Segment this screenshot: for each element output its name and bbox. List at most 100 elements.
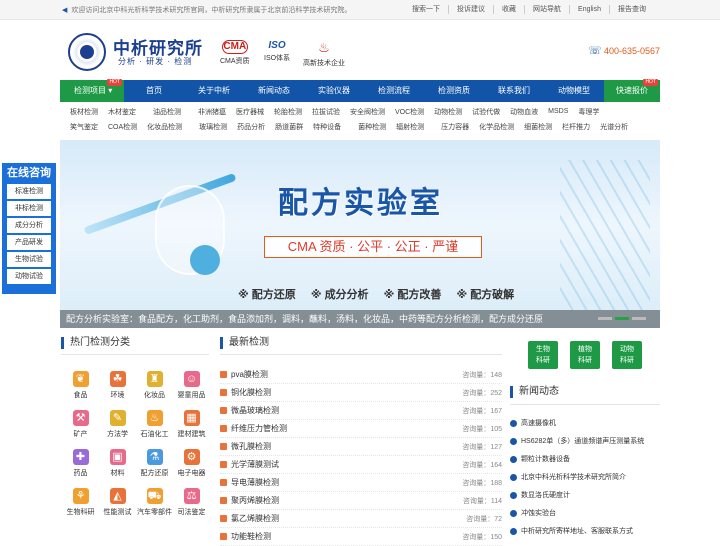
news-item[interactable]: 高速摄像机 — [510, 414, 660, 432]
subnav-link[interactable]: 毒理学 — [578, 107, 599, 117]
category-judicial[interactable]: ⚖ 司法鉴定 — [173, 485, 210, 524]
subnav-link[interactable]: COA检测 — [108, 122, 137, 132]
carousel-dot-active[interactable] — [615, 317, 629, 320]
subnav-link[interactable]: 压力容器 — [441, 122, 469, 132]
nav-instruments[interactable]: 实验仪器 — [304, 80, 364, 102]
news-item[interactable]: 中析研究所寄样地址、客服联系方式 — [510, 522, 660, 540]
report-query-link[interactable]: 报告查询 — [609, 5, 654, 14]
consult-animal-test[interactable]: 动物试验 — [7, 269, 51, 284]
subnav-link[interactable]: VOC检测 — [395, 107, 424, 117]
english-link[interactable]: English — [569, 5, 609, 14]
favorite-link[interactable]: 收藏 — [493, 5, 524, 14]
subnav-link[interactable]: 医疗器械 — [236, 107, 264, 117]
complaint-link[interactable]: 投诉建议 — [448, 5, 493, 14]
site-map-link[interactable]: 网站导航 — [524, 5, 569, 14]
consult-product-rd[interactable]: 产品研发 — [7, 235, 51, 250]
consult-bio-test[interactable]: 生物试验 — [7, 252, 51, 267]
consult-nonstandard-test[interactable]: 非标检测 — [7, 201, 51, 216]
subnav-link[interactable]: 特种设备 — [313, 122, 341, 132]
food-icon: ❦ — [72, 371, 89, 387]
welcome-message: ◀ 欢迎访问北京中科光析科学技术研究所官网，中析研究所隶属于北京前沿科学技术研究院… — [62, 7, 352, 14]
subnav-link[interactable]: 安全阀检测 — [350, 107, 385, 117]
cert-iso: ISO ISO体系 — [264, 40, 291, 62]
category-cosmetics[interactable]: ♜ 化妆品 — [136, 368, 173, 407]
consult-component-analysis[interactable]: 成分分析 — [7, 218, 51, 233]
subnav-link[interactable]: 细菌检测 — [524, 122, 552, 132]
list-item[interactable]: pva膜检测 咨询量：148 — [220, 366, 502, 384]
carousel-dot[interactable] — [632, 317, 646, 320]
subnav-link[interactable]: 菌种检测 — [358, 122, 386, 132]
subnav-link[interactable]: 拉拔试验 — [312, 107, 340, 117]
list-item[interactable]: 导电薄膜检测 咨询量：188 — [220, 474, 502, 492]
hot-badge: HOT — [643, 79, 658, 86]
hero-banner[interactable]: 配方实验室 CMA 资质 · 公平 · 公正 · 严谨 ※ 配方还原 ※ 成分分… — [60, 140, 660, 328]
cert-hightech: ♨ 高新技术企业 — [303, 40, 345, 67]
category-environment[interactable]: ☘ 环境 — [99, 368, 136, 407]
search-link[interactable]: 搜索一下 — [404, 5, 448, 14]
subnav-link[interactable]: 栏杆推力 — [562, 122, 590, 132]
subnav-link[interactable]: 玻璃检测 — [199, 122, 227, 132]
nav-news[interactable]: 新闻动态 — [244, 80, 304, 102]
nav-home[interactable]: 首页 — [124, 80, 184, 102]
news-item[interactable]: 颗粒计数器设备 — [510, 450, 660, 468]
iso-logo-icon: ISO — [268, 40, 286, 51]
subnav-link[interactable]: 木材鉴定 — [108, 107, 136, 117]
news-item[interactable]: 北京中科光析科学技术研究所简介 — [510, 468, 660, 486]
nav-qualification[interactable]: 检测资质 — [424, 80, 484, 102]
category-material[interactable]: ▣ 材料 — [99, 446, 136, 485]
nav-process[interactable]: 检测流程 — [364, 80, 424, 102]
subnav-link[interactable]: 光谱分析 — [600, 122, 628, 132]
category-method[interactable]: ✎ 方法学 — [99, 407, 136, 446]
hotline[interactable]: ☏ 400-635-0567 — [588, 44, 660, 57]
list-item[interactable]: 铜化膜检测 咨询量：252 — [220, 384, 502, 402]
subnav-link[interactable]: 试验代做 — [472, 107, 500, 117]
subnav-link[interactable]: 动物血液 — [510, 107, 538, 117]
carousel-dot[interactable] — [598, 317, 612, 320]
category-mineral[interactable]: ⚒ 矿产 — [62, 407, 99, 446]
bio-research-button[interactable]: 生物 科研 — [528, 341, 558, 369]
category-baby[interactable]: ☺ 婴童用品 — [173, 368, 210, 407]
category-performance[interactable]: ◭ 性能测试 — [99, 485, 136, 524]
list-item[interactable]: 光学薄膜测试 咨询量：164 — [220, 456, 502, 474]
subnav-link[interactable]: 油品检测 — [153, 107, 181, 117]
list-item[interactable]: 纤维压力管检测 咨询量：105 — [220, 420, 502, 438]
list-item[interactable]: 微孔膜检测 咨询量：127 — [220, 438, 502, 456]
nav-animal-model[interactable]: 动物模型 — [544, 80, 604, 102]
subnav-link[interactable]: 肠道菌群 — [275, 122, 303, 132]
subnav-link[interactable]: 药品分析 — [237, 122, 265, 132]
quick-quote-button[interactable]: 快速报价 HOT — [604, 79, 660, 102]
subnav-link[interactable]: 化学品检测 — [479, 122, 514, 132]
news-item[interactable]: 冲蚀实验台 — [510, 504, 660, 522]
news-item[interactable]: HS6282单（多）通道频谱声压测量系统 — [510, 432, 660, 450]
list-item[interactable]: 氯乙烯膜检测 咨询量：72 — [220, 510, 502, 528]
category-car-parts[interactable]: ⛟ 汽车零部件 — [136, 485, 173, 524]
subnav-link[interactable]: 化妆品检测 — [147, 122, 182, 132]
nav-about[interactable]: 关于中析 — [184, 80, 244, 102]
subnav-link[interactable]: 板材检测 — [70, 107, 98, 117]
list-item[interactable]: 微晶玻璃检测 咨询量：167 — [220, 402, 502, 420]
nav-test-items[interactable]: 检测项目 ▾ HOT — [60, 79, 124, 102]
research-tags: 生物 科研 植物 科研 动物 科研 — [528, 341, 642, 369]
animal-research-button[interactable]: 动物 科研 — [612, 341, 642, 369]
nav-contact[interactable]: 联系我们 — [484, 80, 544, 102]
latest-tests-list: pva膜检测 咨询量：148 铜化膜检测 咨询量：252 微晶玻璃检测 咨询量：167… — [220, 366, 502, 546]
subnav-link[interactable]: MSDS — [548, 108, 568, 115]
category-medicine[interactable]: ✚ 药品 — [62, 446, 99, 485]
institute-emblem-logo[interactable] — [68, 33, 106, 71]
subnav-link[interactable]: 笑气鉴定 — [70, 122, 98, 132]
subnav-link[interactable]: 辐射检测 — [396, 122, 424, 132]
plant-research-button[interactable]: 植物 科研 — [570, 341, 600, 369]
category-petrochemical[interactable]: ♨ 石油化工 — [136, 407, 173, 446]
category-food[interactable]: ❦ 食品 — [62, 368, 99, 407]
category-electronics[interactable]: ⚙ 电子电器 — [173, 446, 210, 485]
list-item[interactable]: 功能鞋检测 咨询量：150 — [220, 528, 502, 546]
subnav-link[interactable]: 动物检测 — [434, 107, 462, 117]
category-biology[interactable]: ⚘ 生物科研 — [62, 485, 99, 524]
subnav-link[interactable]: 轮胎检测 — [274, 107, 302, 117]
list-item[interactable]: 聚丙烯膜检测 咨询量：114 — [220, 492, 502, 510]
category-building[interactable]: ▦ 建材建筑 — [173, 407, 210, 446]
news-item[interactable]: 数显洛氏硬度计 — [510, 486, 660, 504]
subnav-link[interactable]: 非洲猪瘟 — [198, 107, 226, 117]
category-formula[interactable]: ⚗ 配方还原 — [136, 446, 173, 485]
consult-standard-test[interactable]: 标准检测 — [7, 184, 51, 199]
